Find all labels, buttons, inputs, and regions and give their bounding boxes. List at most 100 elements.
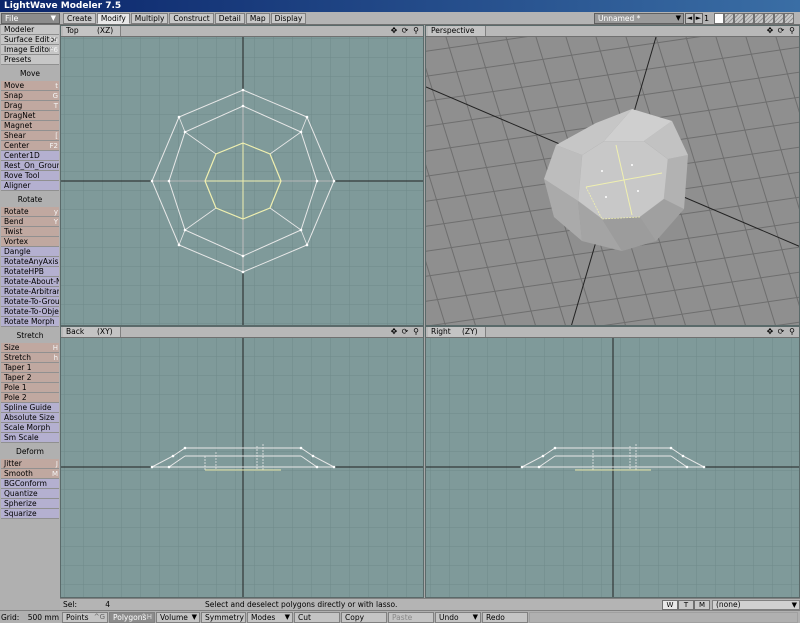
sidebar-item-center[interactable]: Center F2 [1,141,59,151]
sidebar-item-rotate-to-ground[interactable]: Rotate-To-Ground [1,297,59,307]
rotate-view-icon[interactable]: ⟳ [400,26,410,36]
object-select[interactable]: Unnamed * ▼ [594,13,684,24]
sidebar-item-scale-morph[interactable]: Scale Morph [1,423,59,433]
sidebar-item-jitter[interactable]: Jitter J [1,459,59,469]
sidebar-item-center1d[interactable]: Center1D [1,151,59,161]
sidebar-item-sm-scale[interactable]: Sm Scale [1,433,59,443]
sidebar-item-dragnet[interactable]: DragNet [1,111,59,121]
move-view-icon[interactable]: ✥ [765,26,775,36]
layer-slot[interactable] [754,13,764,24]
sidebar-item-pole-1[interactable]: Pole 1 [1,383,59,393]
viewport-canvas[interactable] [426,338,800,598]
layer-slot[interactable] [774,13,784,24]
sidebar-item-rotatehpb[interactable]: RotateHPB [1,267,59,277]
move-view-icon[interactable]: ✥ [765,327,775,337]
sidebar-item-surface-editor[interactable]: Surface Editor F5 [1,35,59,45]
tab-display[interactable]: Display [270,13,307,24]
layer-slot[interactable] [784,13,794,24]
sidebar-item-shear[interactable]: Shear[ [1,131,59,141]
sidebar-item-stretch[interactable]: Stretch h [1,353,59,363]
tool-sidebar: Modeler Surface Editor F5 Image Editor F6 Pre… [0,25,60,610]
sidebar-item-pole-2[interactable]: Pole 2 [1,393,59,403]
zoom-icon[interactable]: ⚲ [411,26,421,36]
rotate-view-icon[interactable]: ⟳ [776,26,786,36]
sidebar-item-size[interactable]: Size H [1,343,59,353]
shortcut-key: t [55,82,58,90]
morph-map-button[interactable]: M [694,600,710,610]
layer-slot[interactable] [744,13,754,24]
sidebar-item-taper-1[interactable]: Taper 1 [1,363,59,373]
rotate-view-icon[interactable]: ⟳ [776,327,786,337]
paste-button[interactable]: Paste [388,612,434,623]
viewport-top[interactable]: Top (XZ) ✥ ⟳ ⚲ [60,25,424,326]
move-view-icon[interactable]: ✥ [389,327,399,337]
sidebar-item-vortex[interactable]: Vortex [1,237,59,247]
sidebar-item-spline-guide[interactable]: Spline Guide [1,403,59,413]
sidebar-item-squarize[interactable]: Squarize [1,509,59,519]
sidebar-item-rotate[interactable]: Rotate y [1,207,59,217]
copy-button[interactable]: Copy [341,612,387,623]
prev-layer-icon[interactable]: ◄ [685,13,694,24]
sidebar-item-bgconform[interactable]: BGConform [1,479,59,489]
modes-button[interactable]: Modes ▼ [247,612,293,623]
sidebar-item-bend[interactable]: Bend Y [1,217,59,227]
zoom-icon[interactable]: ⚲ [787,327,797,337]
polygons-mode-button[interactable]: Polygons ^H [109,612,155,623]
sidebar-item-modeler[interactable]: Modeler [1,25,59,35]
symmetry-button[interactable]: Symmetry [201,612,246,623]
sidebar-item-taper-2[interactable]: Taper 2 [1,373,59,383]
layer-slot[interactable] [714,13,724,24]
layer-slot[interactable] [734,13,744,24]
undo-button[interactable]: Undo ▼ [435,612,481,623]
file-menu-button[interactable]: File ▼ [1,13,60,24]
sidebar-item-spherize[interactable]: Spherize [1,499,59,509]
layer-slot[interactable] [724,13,734,24]
cut-button[interactable]: Cut [294,612,340,623]
sidebar-item-rotateanyaxis[interactable]: RotateAnyAxis [1,257,59,267]
vertex-map-select[interactable]: (none) ▼ [712,600,800,610]
viewport-canvas[interactable] [426,37,800,326]
sidebar-item-magnet[interactable]: Magnet [1,121,59,131]
viewport-right[interactable]: Right (ZY) ✥ ⟳ ⚲ [425,326,800,598]
sidebar-item-rove-tool[interactable]: Rove Tool [1,171,59,181]
viewport-back[interactable]: Back (XY) ✥ ⟳ ⚲ [60,326,424,598]
redo-button[interactable]: Redo [482,612,528,623]
zoom-icon[interactable]: ⚲ [411,327,421,337]
sidebar-item-drag[interactable]: Drag T [1,101,59,111]
viewport-perspective[interactable]: Perspective ✥ ⟳ ⚲ [425,25,800,326]
sidebar-item-quantize[interactable]: Quantize [1,489,59,499]
sidebar-item-rest-on-ground[interactable]: Rest_On_Ground [1,161,59,171]
sidebar-item-snap[interactable]: Snap G [1,91,59,101]
tab-detail[interactable]: Detail [214,13,245,24]
tab-create[interactable]: Create [63,13,96,24]
tab-modify[interactable]: Modify [96,13,130,24]
next-layer-icon[interactable]: ► [694,13,703,24]
view-axis: (XY) [97,327,113,336]
rotate-view-icon[interactable]: ⟳ [400,327,410,337]
viewport-canvas[interactable] [61,338,424,598]
sidebar-item-twist[interactable]: Twist [1,227,59,237]
sidebar-item-rotate-arbitrary-[interactable]: Rotate-Arbitrary-... [1,287,59,297]
sidebar-item-move[interactable]: Move t [1,81,59,91]
viewport-canvas[interactable] [61,37,424,326]
volume-mode-button[interactable]: Volume ▼ [156,612,200,623]
move-view-icon[interactable]: ✥ [389,26,399,36]
tab-map[interactable]: Map [245,13,270,24]
sidebar-item-absolute-size[interactable]: Absolute Size [1,413,59,423]
tab-construct[interactable]: Construct [169,13,214,24]
sidebar-item-aligner[interactable]: Aligner [1,181,59,191]
layer-slot[interactable] [764,13,774,24]
points-mode-button[interactable]: Points ^G [62,612,108,623]
sidebar-item-smooth[interactable]: Smooth M [1,469,59,479]
tab-multiply[interactable]: Multiply [130,13,169,24]
texture-map-button[interactable]: T [678,600,694,610]
weight-map-button[interactable]: W [662,600,678,610]
zoom-icon[interactable]: ⚲ [787,26,797,36]
view-type-select[interactable]: Perspective [428,26,486,36]
sidebar-item-image-editor[interactable]: Image Editor F6 [1,45,59,55]
sidebar-item-rotate-morph[interactable]: Rotate Morph [1,317,59,327]
sidebar-item-presets[interactable]: Presets [1,55,59,65]
sidebar-item-rotate-to-object[interactable]: Rotate-To-Object [1,307,59,317]
sidebar-item-dangle[interactable]: Dangle [1,247,59,257]
sidebar-item-rotate-about-no-[interactable]: Rotate-About-No... [1,277,59,287]
